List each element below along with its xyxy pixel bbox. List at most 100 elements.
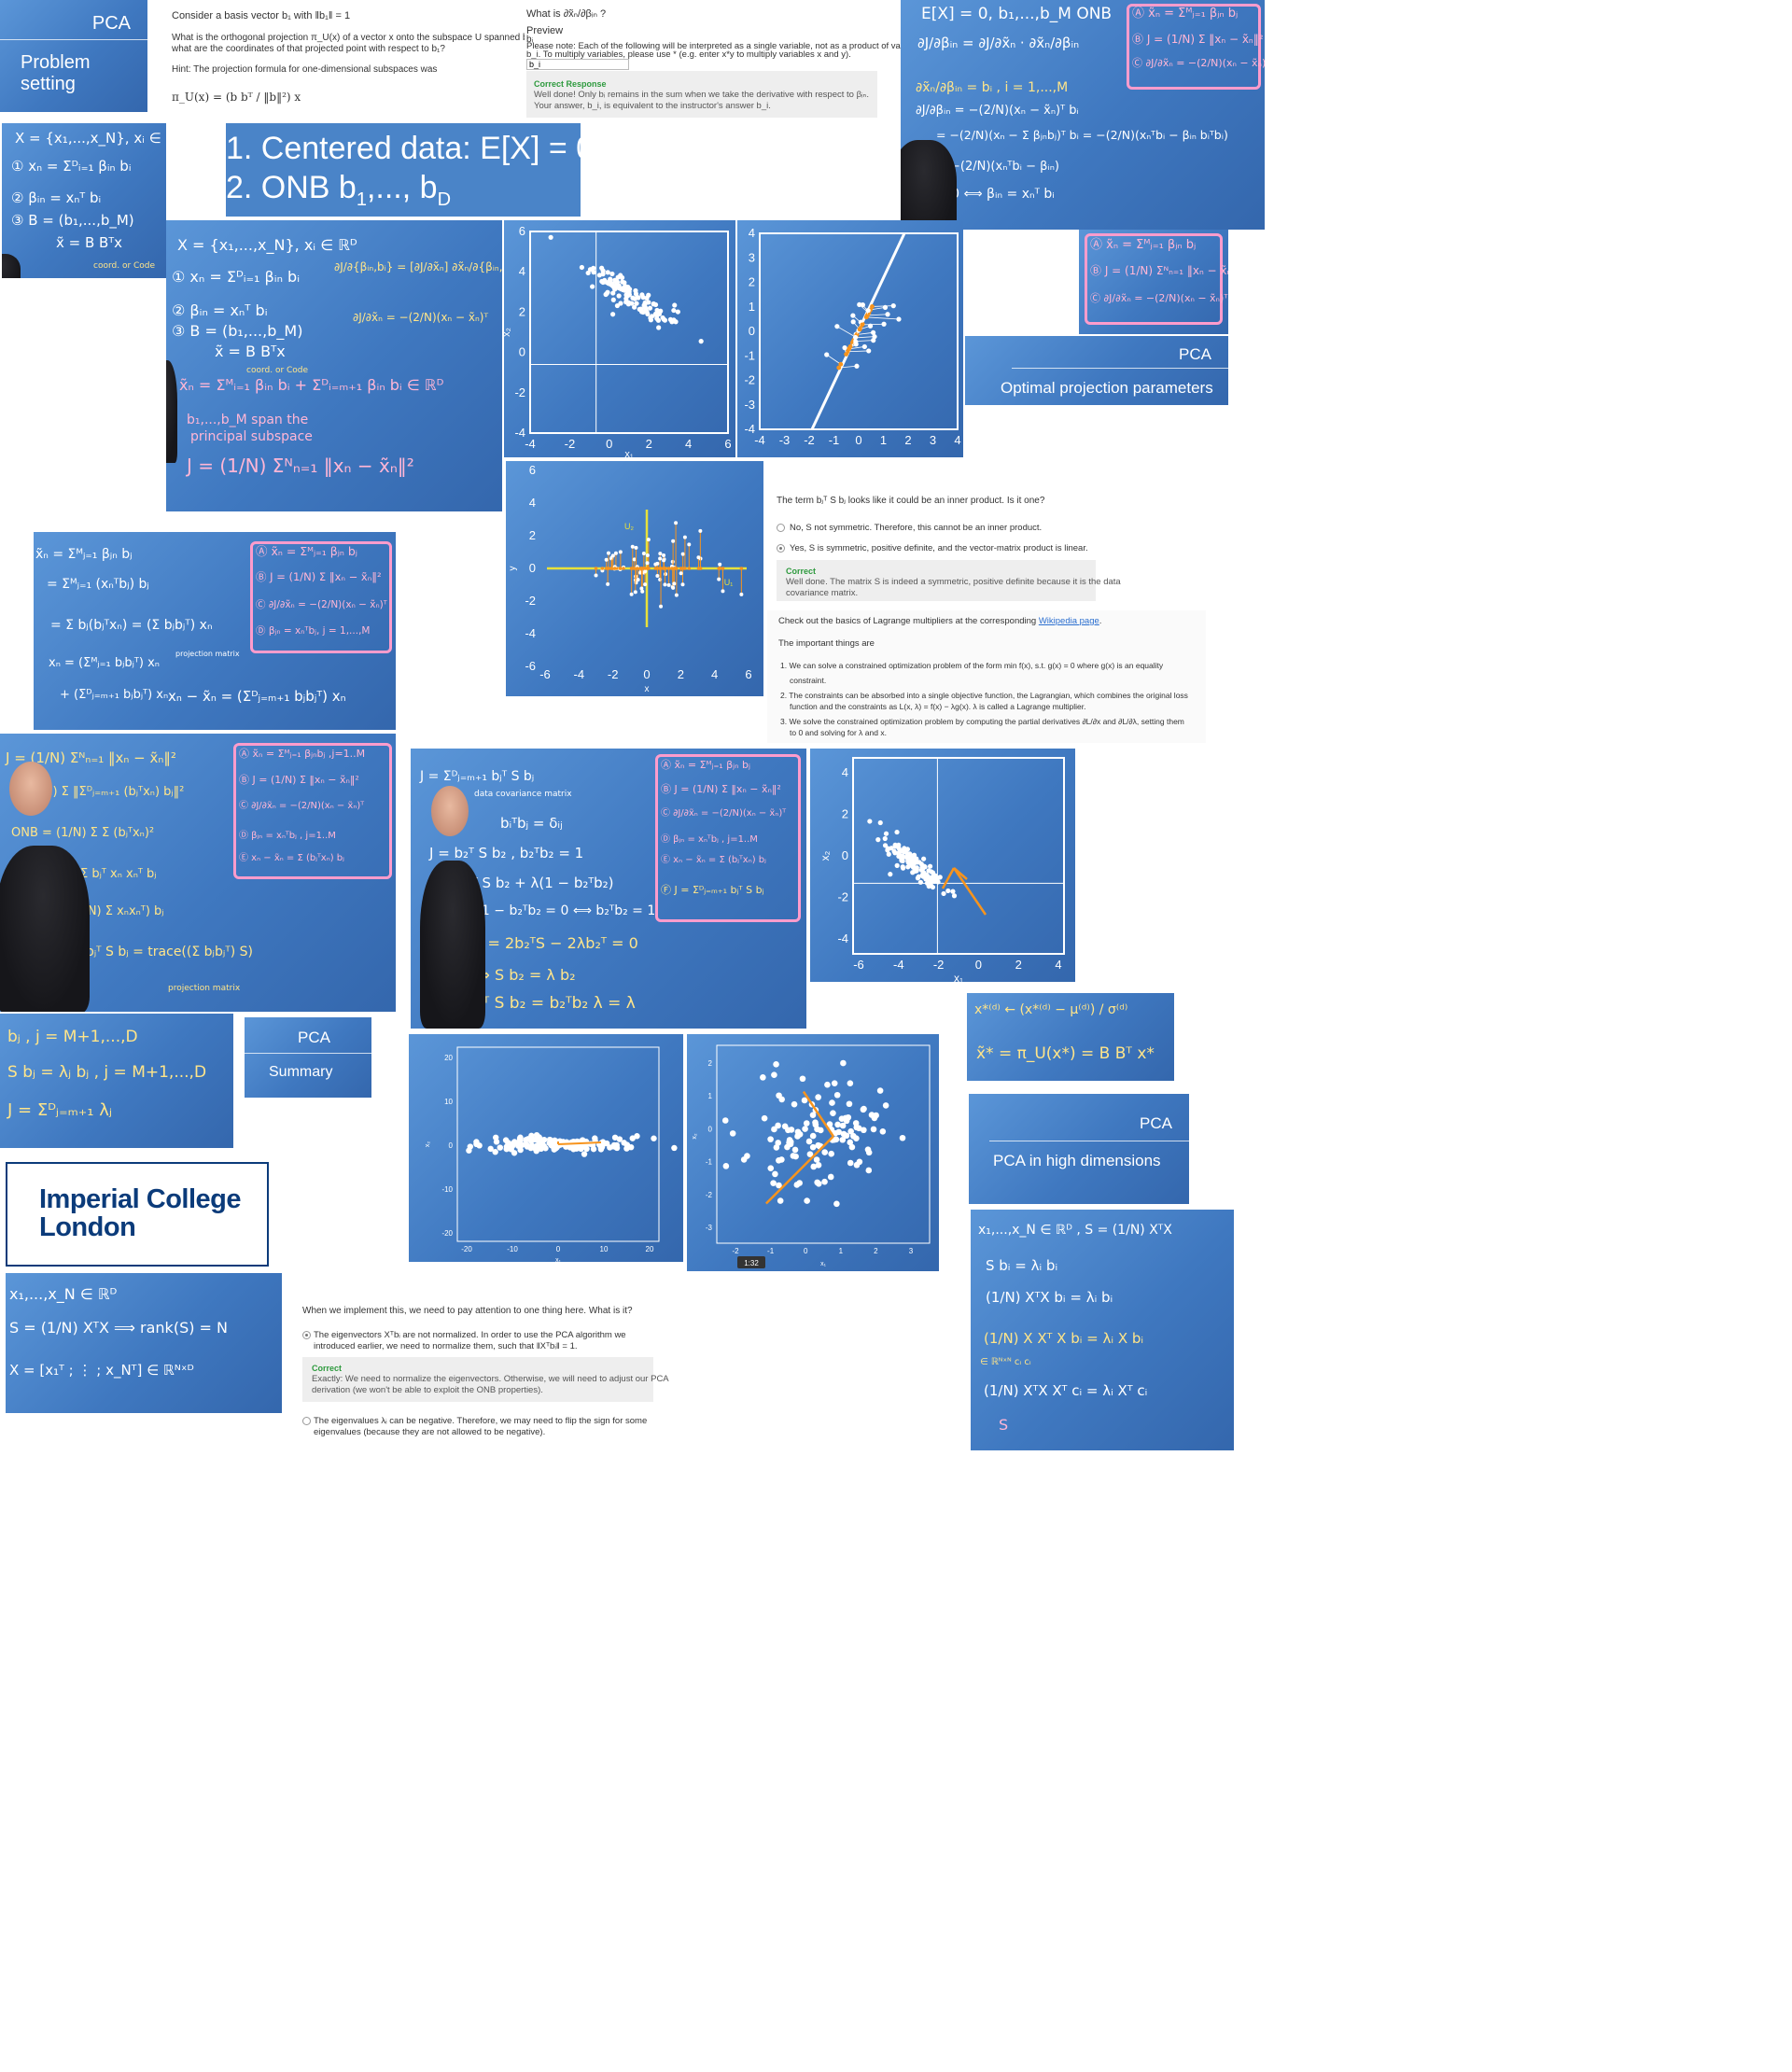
x-tick-label: 0 bbox=[606, 437, 612, 451]
data-point bbox=[654, 310, 660, 315]
y-tick-label: 6 bbox=[529, 463, 536, 477]
note-item: constraint. bbox=[790, 676, 827, 685]
board-projection-matrix: x̃ₙ = Σᴹⱼ₌₁ βⱼₙ bⱼ = Σᴹⱼ₌₁ (xₙᵀbⱼ) bⱼ = … bbox=[34, 532, 396, 730]
video-time-text: 1:32 bbox=[744, 1259, 759, 1267]
feedback-text: Well done. The matrix S is indeed a symm… bbox=[786, 577, 1121, 587]
option-radio-selected[interactable] bbox=[302, 1331, 311, 1339]
data-point bbox=[663, 572, 667, 577]
x-tick-label: -3 bbox=[779, 433, 791, 447]
x-tick-label: 3 bbox=[930, 433, 936, 447]
quiz-question: The term bⱼᵀ S bⱼ looks like it could be… bbox=[777, 496, 1045, 506]
board-line: S = (1/N) XᵀX ⟹ rank(S) = N bbox=[9, 1319, 229, 1337]
projected-point bbox=[635, 567, 639, 570]
option-text[interactable]: Yes, S is symmetric, positive definite, … bbox=[790, 543, 1088, 555]
data-point bbox=[618, 550, 623, 554]
board-eigen-summary: bⱼ , j = M+1,...,D S bⱼ = λⱼ bⱼ , j = M+… bbox=[0, 1014, 233, 1148]
quiz-formula: π_U(x) = (b bᵀ / ‖b‖²) x bbox=[172, 91, 301, 104]
x-tick-label: 2 bbox=[874, 1247, 878, 1255]
data-point bbox=[881, 321, 887, 327]
data-point bbox=[809, 1132, 817, 1140]
quiz-text: Consider a basis vector b₁ with ‖b₁‖ = 1 bbox=[172, 10, 351, 21]
option-radio-selected[interactable] bbox=[777, 544, 785, 553]
projected-point bbox=[844, 352, 849, 357]
centered-text: 2. ONB b bbox=[226, 170, 357, 205]
data-point bbox=[833, 1091, 841, 1099]
box-line: Ⓒ ∂J/∂x̃ₙ = −(2/N)(xₙ − x̃ₙ)ᵀ bbox=[661, 808, 787, 819]
y-tick-label: 0 bbox=[449, 1141, 454, 1150]
x-tick-label: 2 bbox=[1015, 958, 1022, 972]
lecturer-face bbox=[431, 786, 469, 836]
data-point bbox=[805, 1138, 813, 1145]
option-radio[interactable] bbox=[777, 524, 785, 532]
elongated-scatter: -20 -10 0 10 20 -20 -10 0 10 20 x₁ x₂ bbox=[425, 1046, 678, 1262]
data-point bbox=[671, 307, 677, 314]
data-point bbox=[770, 1180, 777, 1186]
projection-segment bbox=[872, 305, 894, 307]
data-point bbox=[655, 573, 660, 578]
board-line: ② βᵢₙ = xₙᵀ bᵢ bbox=[11, 189, 102, 206]
box-line: Ⓐ x̃ₙ = Σᴹⱼ₌₁ βⱼₙbⱼ ,j=1..M bbox=[239, 748, 366, 760]
data-point bbox=[843, 1132, 850, 1140]
x-tick-label: 0 bbox=[556, 1245, 561, 1253]
x-tick-label: -1 bbox=[767, 1247, 775, 1255]
data-point bbox=[492, 1148, 498, 1155]
lecturer bbox=[166, 360, 177, 463]
quiz-inner-product: The term bⱼᵀ S bⱼ looks like it could be… bbox=[767, 485, 1206, 603]
pc1-arrow bbox=[952, 867, 987, 916]
projected-point bbox=[672, 567, 677, 570]
plot-projection-line: -4 -3 -2 -1 0 1 2 3 4 -4 -3 -2 -1 0 1 2 3 4 bbox=[737, 220, 963, 457]
data-point bbox=[616, 293, 622, 299]
board-line: x*⁽ᵈ⁾ ← (x*⁽ᵈ⁾ − μ⁽ᵈ⁾) / σ⁽ᵈ⁾ bbox=[974, 1002, 1128, 1017]
data-point bbox=[767, 1136, 774, 1142]
data-point bbox=[830, 1110, 836, 1116]
data-point bbox=[846, 1100, 853, 1108]
answer-input[interactable] bbox=[526, 59, 629, 70]
data-point bbox=[639, 292, 645, 298]
data-point bbox=[882, 843, 889, 848]
logo-line-1: Imperial College bbox=[39, 1184, 242, 1214]
option-text[interactable]: No, S not symmetric. Therefore, this can… bbox=[790, 523, 1042, 535]
y-tick-label: -2 bbox=[744, 373, 755, 387]
quiz-text: what are the coordinates of that project… bbox=[172, 44, 445, 54]
box-line: Ⓑ J = (1/N) Σ ‖xₙ − x̃ₙ‖² bbox=[1132, 33, 1264, 46]
wikipedia-link[interactable]: Wikipedia page bbox=[1039, 616, 1099, 626]
data-point bbox=[517, 1146, 524, 1154]
board-line: projection matrix bbox=[168, 984, 241, 993]
projected-point bbox=[666, 567, 671, 570]
board-line: principal subspace bbox=[190, 429, 313, 444]
box-line: Ⓒ ∂J/∂x̃ₙ = −(2/N)(xₙ − x̃ₙ)ᵀ bbox=[1090, 292, 1228, 304]
projected-point bbox=[687, 567, 692, 570]
x-tick-label: -4 bbox=[574, 667, 585, 681]
data-point bbox=[616, 283, 622, 288]
x-tick-label: -20 bbox=[461, 1245, 472, 1253]
feedback-text: Exactly: We need to normalize the eigenv… bbox=[312, 1374, 669, 1384]
option-text[interactable]: The eigenvectors Xᵀbᵢ are not normalized… bbox=[314, 1330, 626, 1342]
data-point bbox=[929, 869, 934, 875]
y-tick-label: 4 bbox=[842, 765, 848, 779]
x-tick-label: 10 bbox=[600, 1245, 609, 1253]
data-point bbox=[861, 1127, 867, 1134]
option-radio[interactable] bbox=[302, 1417, 311, 1425]
option-text[interactable]: eigenvalues (because they are not allowe… bbox=[314, 1427, 545, 1439]
x-tick-label: 4 bbox=[711, 667, 718, 681]
data-point bbox=[812, 1121, 819, 1128]
lecturer bbox=[0, 846, 90, 1012]
data-point bbox=[630, 544, 635, 549]
x-tick-label: -2 bbox=[804, 433, 815, 447]
data-point bbox=[682, 535, 687, 539]
data-point bbox=[729, 1130, 736, 1137]
option-text[interactable]: introduced earlier, we need to normalize… bbox=[314, 1341, 578, 1353]
board-line: ∂J/∂βᵢₙ = ∂J/∂x̃ₙ · ∂x̃ₙ/∂βᵢₙ bbox=[917, 35, 1080, 51]
data-point bbox=[847, 1127, 854, 1135]
data-point bbox=[662, 317, 668, 323]
data-point bbox=[581, 1151, 588, 1157]
board-lagrangian: J = Σᴰⱼ₌ₘ₊₁ bⱼᵀ S bⱼ data covariance mat… bbox=[411, 749, 806, 1029]
option-text[interactable]: The eigenvalues λᵢ can be negative. Ther… bbox=[314, 1416, 647, 1428]
data-point bbox=[871, 1114, 878, 1122]
data-point bbox=[809, 1143, 817, 1151]
board-line: ① xₙ = Σᴰᵢ₌₁ βᵢₙ bᵢ bbox=[11, 158, 132, 175]
y-tick-label: 4 bbox=[529, 496, 536, 510]
data-point bbox=[810, 1163, 818, 1170]
data-point bbox=[594, 573, 598, 578]
board-definitions: X = {x₁,...,x_N}, xᵢ ∈ ℝᴰ ① xₙ = Σᴰᵢ₌₁ β… bbox=[2, 123, 166, 278]
